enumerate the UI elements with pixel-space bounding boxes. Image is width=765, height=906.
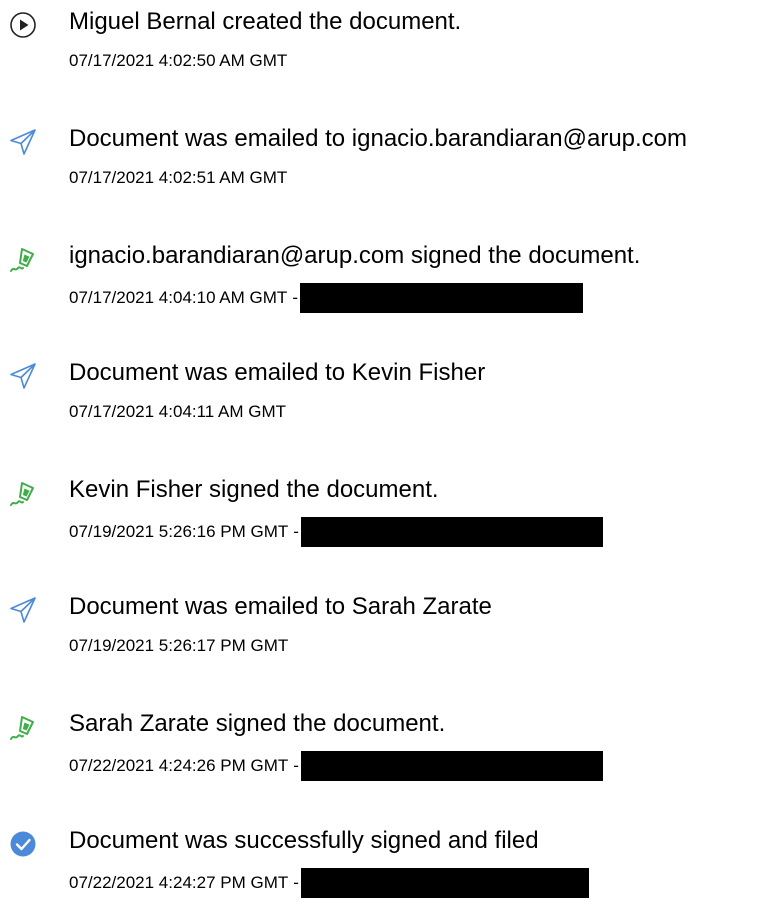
timeline-event-signed: Sarah Zarate signed the document. 07/22/… [0,709,765,789]
event-separator: - [293,756,299,775]
play-circle-icon [10,12,36,38]
timeline-event-emailed: Document was emailed to Kevin Fisher 07/… [0,358,765,438]
event-timestamp: 07/17/2021 4:02:50 AM GMT [69,51,288,70]
send-icon [10,597,36,623]
pen-sign-icon [10,248,34,272]
event-message: Document was successfully signed and fil… [69,827,539,854]
event-message: ignacio.barandiaran@arup.com signed the … [69,242,641,269]
redaction-box [300,868,589,898]
event-message: Document was emailed to Kevin Fisher [69,359,486,386]
event-message: Kevin Fisher signed the document. [69,476,439,503]
timeline-event-emailed: Document was emailed to ignacio.barandia… [0,124,765,204]
event-message: Sarah Zarate signed the document. [69,710,446,737]
timeline-event-emailed: Document was emailed to Sarah Zarate 07/… [0,592,765,672]
event-meta: 07/17/2021 4:02:51 AM GMT [69,166,287,190]
event-timestamp: 07/17/2021 4:04:11 AM GMT [69,402,287,421]
pen-sign-icon [10,716,34,740]
event-separator: - [292,288,298,307]
event-meta: 07/19/2021 5:26:17 PM GMT [69,634,288,658]
event-timestamp: 07/17/2021 4:02:51 AM GMT [69,168,288,187]
redaction-box [300,751,603,781]
timeline-event-signed: ignacio.barandiaran@arup.com signed the … [0,241,765,321]
event-meta: 07/17/2021 4:04:10 AM GMT - [69,283,583,313]
send-icon [10,363,36,389]
event-meta: 07/17/2021 4:02:50 AM GMT [69,49,287,73]
timeline-event-completed: Document was successfully signed and fil… [0,826,765,906]
event-timestamp: 07/22/2021 4:24:27 PM GMT [69,873,289,892]
event-meta: 07/22/2021 4:24:27 PM GMT - [69,868,589,898]
check-circle-icon [10,831,36,857]
timeline-event-signed: Kevin Fisher signed the document. 07/19/… [0,475,765,555]
timeline-event-created: Miguel Bernal created the document. 07/1… [0,7,765,87]
redaction-box [300,517,603,547]
event-message: Miguel Bernal created the document. [69,8,462,35]
send-icon [10,129,36,155]
event-separator: - [293,522,299,541]
event-meta: 07/22/2021 4:24:26 PM GMT - [69,751,603,781]
event-timestamp: 07/17/2021 4:04:10 AM GMT [69,288,288,307]
redaction-box [299,283,583,313]
event-timestamp: 07/19/2021 5:26:16 PM GMT [69,522,289,541]
event-message: Document was emailed to Sarah Zarate [69,593,492,620]
event-message: Document was emailed to ignacio.barandia… [69,125,688,152]
event-separator: - [293,873,299,892]
pen-sign-icon [10,482,34,506]
event-timestamp: 07/22/2021 4:24:26 PM GMT [69,756,289,775]
event-meta: 07/17/2021 4:04:11 AM GMT [69,400,286,424]
event-meta: 07/19/2021 5:26:16 PM GMT - [69,517,603,547]
event-timestamp: 07/19/2021 5:26:17 PM GMT [69,636,289,655]
